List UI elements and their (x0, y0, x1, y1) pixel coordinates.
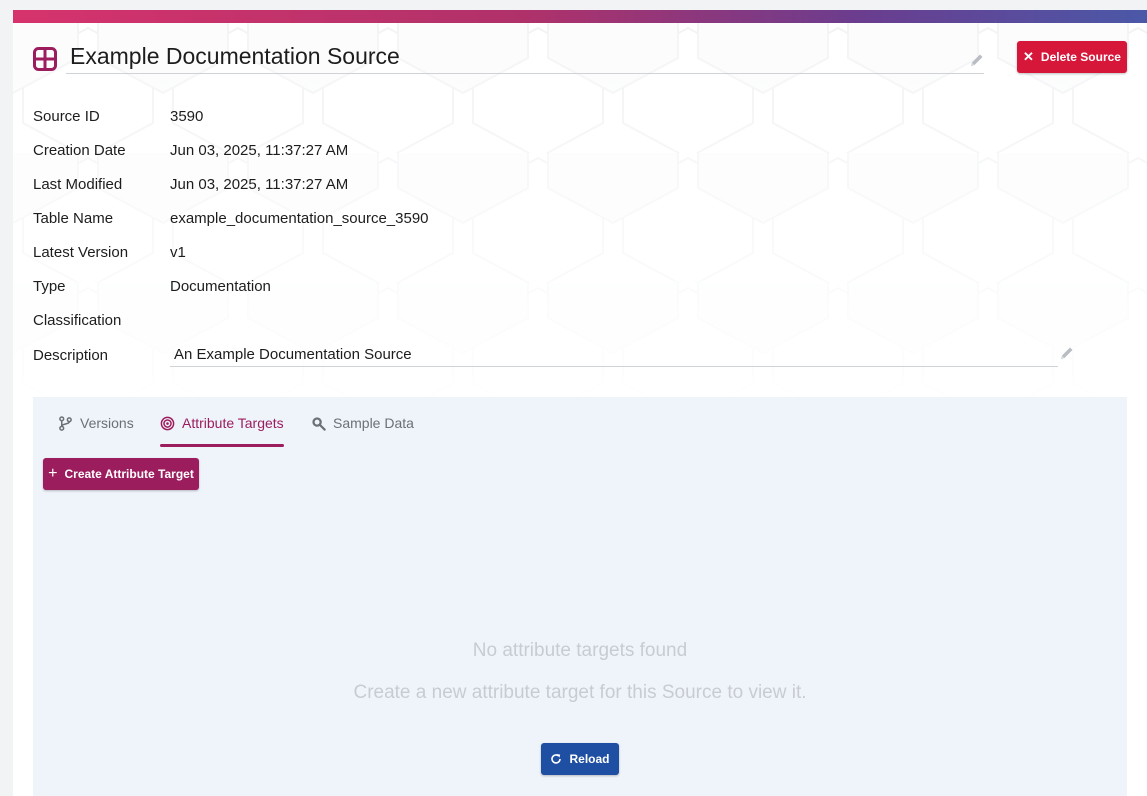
meta-value-description: An Example Documentation Source (174, 346, 412, 363)
tab-versions-label: Versions (80, 415, 134, 431)
meta-label-creation-date: Creation Date (33, 142, 126, 159)
delete-source-button[interactable]: ✕ Delete Source (1017, 41, 1127, 73)
create-attribute-target-label: Create Attribute Target (64, 467, 194, 481)
page-title: Example Documentation Source (70, 43, 400, 69)
meta-label-source-id: Source ID (33, 108, 100, 125)
meta-label-table-name: Table Name (33, 210, 114, 227)
meta-value-source-id: 3590 (170, 108, 204, 125)
magnify-icon (312, 417, 326, 431)
delete-source-label: Delete Source (1040, 50, 1121, 64)
meta-value-last-modified: Jun 03, 2025, 11:37:27 AM (170, 176, 349, 193)
source-title-field[interactable]: Example Documentation Source (66, 40, 984, 74)
create-attribute-target-button[interactable]: + Create Attribute Target (43, 458, 199, 490)
close-icon: ✕ (1023, 49, 1034, 64)
pencil-icon[interactable] (1059, 345, 1075, 361)
tab-sample-data-label: Sample Data (333, 415, 414, 431)
plus-icon: + (48, 465, 58, 482)
meta-label-classification: Classification (33, 312, 122, 329)
tab-attribute-targets-label: Attribute Targets (182, 415, 284, 431)
tab-sample-data[interactable]: Sample Data (311, 415, 414, 447)
top-gradient-bar (13, 10, 1147, 23)
empty-state-subtitle: Create a new attribute target for this S… (353, 682, 807, 703)
table-grid-icon (33, 47, 57, 71)
empty-state-title: No attribute targets found (472, 640, 688, 661)
pencil-icon[interactable] (969, 52, 985, 68)
meta-label-description: Description (33, 347, 109, 364)
refresh-icon (551, 754, 562, 764)
meta-value-type: Documentation (170, 278, 271, 295)
source-detail-card: Example Documentation Source ✕ Delete So… (13, 10, 1147, 796)
meta-label-latest-version: Latest Version (33, 244, 129, 261)
reload-button[interactable]: Reload (541, 743, 619, 775)
tab-versions[interactable]: Versions (58, 415, 134, 447)
tab-panel: Versions Attribute Targets Sample Data +… (33, 397, 1127, 796)
meta-label-type: Type (33, 278, 66, 295)
target-icon (160, 416, 175, 431)
meta-value-creation-date: Jun 03, 2025, 11:37:27 AM (170, 142, 349, 159)
meta-value-latest-version: v1 (170, 244, 186, 261)
tab-attribute-targets[interactable]: Attribute Targets (160, 415, 284, 447)
branch-icon (59, 416, 72, 431)
meta-label-last-modified: Last Modified (33, 176, 123, 193)
meta-value-table-name: example_documentation_source_3590 (170, 210, 429, 227)
reload-label: Reload (569, 752, 610, 766)
description-field[interactable]: An Example Documentation Source (170, 343, 1058, 367)
